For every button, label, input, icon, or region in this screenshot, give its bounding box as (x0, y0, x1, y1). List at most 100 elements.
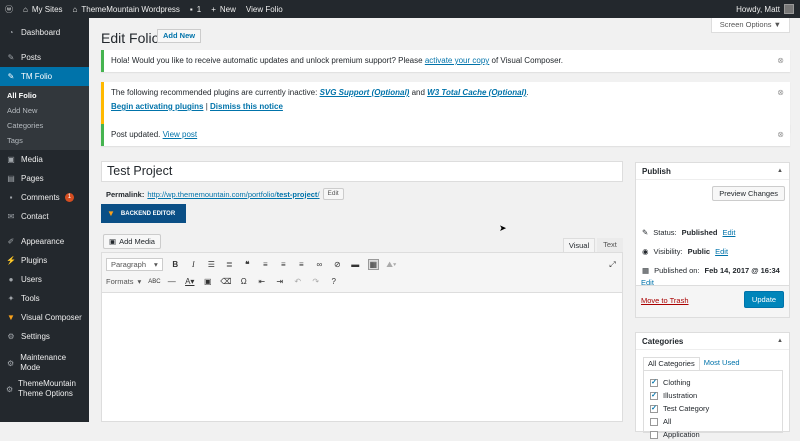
permalink-link[interactable]: http://wp.thememountain.com/portfolio/te… (147, 190, 319, 199)
view-post-link[interactable]: View post (163, 130, 198, 139)
tab-most-used[interactable]: Most Used (700, 357, 744, 370)
add-media-button[interactable]: ▣ Add Media (103, 234, 161, 249)
fullscreen-icon[interactable]: ⤢ (607, 260, 618, 270)
dismiss-icon[interactable]: ⊗ (777, 129, 784, 141)
new-content-menu[interactable]: + New (206, 0, 241, 18)
sidebar-item-comments[interactable]: ▪ Comments 1 (0, 188, 89, 207)
help-icon[interactable]: ? (328, 277, 339, 286)
tab-visual[interactable]: Visual (563, 238, 595, 252)
submenu-categories[interactable]: Categories (0, 118, 89, 133)
sidebar-item-appearance[interactable]: ✐ Appearance (0, 232, 89, 251)
settings-icon: ⚙ (6, 384, 14, 394)
bold-icon[interactable]: B (170, 260, 181, 269)
editor-toolbar: Paragraph ▾ B I ☰ ≣ ❝ ≡ ≡ ≡ ∞ ⊘ ▬ ▦ ⛰▾ ⤢ … (102, 253, 622, 293)
sidebar-item-posts[interactable]: ✎ Posts (0, 48, 89, 67)
slider-icon[interactable]: ⛰▾ (386, 260, 397, 270)
dashboard-icon: ◔ (8, 28, 14, 37)
list-item[interactable]: ✓ Test Category (650, 402, 776, 415)
submenu-add-new[interactable]: Add New (0, 103, 89, 118)
w3-cache-link[interactable]: W3 Total Cache (Optional) (427, 88, 526, 97)
sidebar-item-dashboard[interactable]: ◔ Dashboard (0, 23, 89, 42)
bullet-list-icon[interactable]: ☰ (206, 260, 217, 269)
undo-icon[interactable]: ↶ (292, 277, 303, 286)
post-title-input[interactable]: Test Project (101, 161, 623, 182)
edit-visibility-link[interactable]: Edit (715, 247, 728, 256)
screen-options-button[interactable]: Screen Options ▼ (710, 18, 790, 33)
wordpress-icon: ⓦ (5, 4, 13, 14)
settings-icon: ⚙ (7, 332, 15, 341)
add-new-button[interactable]: Add New (157, 29, 202, 43)
outdent-icon[interactable]: ⇤ (256, 277, 267, 286)
comment-icon: ▪ (9, 193, 13, 202)
align-center-icon[interactable]: ≡ (278, 260, 289, 269)
align-right-icon[interactable]: ≡ (296, 260, 307, 269)
clear-formatting-icon[interactable]: ⌫ (220, 277, 231, 286)
svg-support-link[interactable]: SVG Support (Optional) (320, 88, 410, 97)
comments-menu[interactable]: ▪ 1 (185, 0, 206, 18)
checkbox[interactable]: ✓ (650, 404, 658, 413)
list-item[interactable]: Application (650, 428, 776, 441)
tab-all-categories[interactable]: All Categories (643, 357, 700, 370)
checkbox[interactable]: ✓ (650, 378, 658, 387)
sidebar-item-settings[interactable]: ⚙ Settings (0, 327, 89, 346)
view-folio-link[interactable]: View Folio (241, 0, 288, 18)
sidebar-item-media[interactable]: ▣ Media (0, 150, 89, 169)
unlink-icon[interactable]: ⊘ (332, 260, 343, 269)
paste-text-icon[interactable]: ▣ (202, 277, 213, 286)
special-character-icon[interactable]: Ω (238, 277, 249, 286)
sidebar-item-maintenance[interactable]: ⚙ Maintenance Mode (0, 350, 89, 376)
list-item[interactable]: ✓ Illustration (650, 389, 776, 402)
numbered-list-icon[interactable]: ≣ (224, 260, 235, 269)
backend-editor-button[interactable]: ▼ BACKEND EDITOR (101, 204, 186, 223)
indent-icon[interactable]: ⇥ (274, 277, 285, 286)
blockquote-icon[interactable]: ❝ (242, 260, 253, 269)
move-to-trash-link[interactable]: Move to Trash (641, 296, 689, 305)
dismiss-notice-link[interactable]: Dismiss this notice (210, 102, 283, 111)
update-button[interactable]: Update (744, 291, 784, 308)
collapse-icon[interactable]: ▲ (777, 168, 783, 174)
tab-text[interactable]: Text (597, 238, 623, 252)
my-sites-menu[interactable]: ⌂ My Sites (18, 0, 68, 18)
dismiss-icon[interactable]: ⊗ (777, 55, 784, 67)
submenu-tags[interactable]: Tags (0, 133, 89, 148)
site-name-menu[interactable]: ⌂ ThemeMountain Wordpress (68, 0, 185, 18)
sidebar-item-users[interactable]: ● Users (0, 270, 89, 289)
align-left-icon[interactable]: ≡ (260, 260, 271, 269)
sidebar-item-pages[interactable]: ▤ Pages (0, 169, 89, 188)
sidebar-item-plugins[interactable]: ⚡ Plugins (0, 251, 89, 270)
sidebar-item-visual-composer[interactable]: ▼ Visual Composer (0, 308, 89, 327)
link-icon[interactable]: ∞ (314, 260, 325, 269)
publish-header[interactable]: Publish ▲ (636, 163, 789, 180)
sidebar-item-theme-options[interactable]: ⚙ ThemeMountain Theme Options (0, 376, 89, 402)
activate-link[interactable]: activate your copy (425, 56, 489, 65)
dismiss-icon[interactable]: ⊗ (777, 87, 784, 99)
sidebar-item-contact[interactable]: ✉ Contact (0, 207, 89, 226)
submenu-all-folio[interactable]: All Folio (0, 88, 89, 103)
vc-notice: Hola! Would you like to receive automati… (101, 50, 790, 72)
wordpress-logo[interactable]: ⓦ (0, 0, 18, 18)
text-color-icon[interactable]: A▾ (184, 277, 195, 286)
formats-select[interactable]: Formats ▾ (106, 277, 141, 286)
begin-activating-link[interactable]: Begin activating plugins (111, 102, 203, 111)
comments-badge: 1 (64, 193, 75, 202)
checkbox[interactable] (650, 430, 658, 439)
sidebar-item-tools[interactable]: ✦ Tools (0, 289, 89, 308)
paragraph-select[interactable]: Paragraph ▾ (106, 258, 163, 271)
edit-status-link[interactable]: Edit (723, 228, 736, 237)
read-more-icon[interactable]: ▬ (350, 260, 361, 269)
content-editor[interactable]: Paragraph ▾ B I ☰ ≣ ❝ ≡ ≡ ≡ ∞ ⊘ ▬ ▦ ⛰▾ ⤢ … (101, 252, 623, 422)
list-item[interactable]: ✓ Clothing (650, 376, 776, 389)
italic-icon[interactable]: I (188, 260, 199, 269)
edit-permalink-button[interactable]: Edit (322, 188, 344, 200)
collapse-icon[interactable]: ▲ (777, 338, 783, 344)
horizontal-line-icon[interactable]: — (166, 277, 177, 286)
categories-header[interactable]: Categories ▲ (636, 333, 789, 350)
tm-folio-submenu: All Folio Add New Categories Tags (0, 86, 89, 150)
strikethrough-icon[interactable]: ABC (148, 279, 160, 285)
checkbox[interactable]: ✓ (650, 391, 658, 400)
preview-changes-button[interactable]: Preview Changes (712, 186, 785, 201)
sidebar-item-tm-folio[interactable]: ✎ TM Folio (0, 67, 89, 86)
toolbar-toggle-icon[interactable]: ▦ (367, 259, 379, 270)
user-account-menu[interactable]: Howdy, Matt (736, 4, 800, 14)
redo-icon[interactable]: ↷ (310, 277, 321, 286)
